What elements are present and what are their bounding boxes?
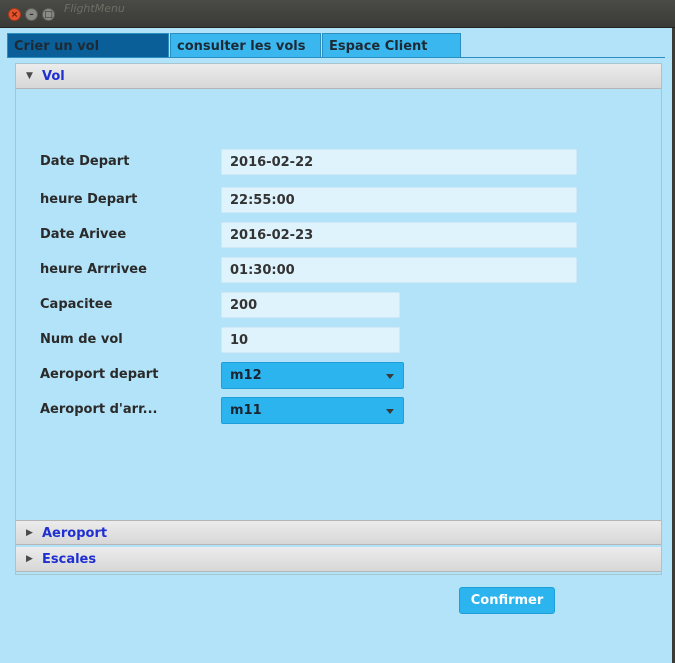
window-minimize-button[interactable]: –	[25, 8, 38, 21]
tab-espace-client[interactable]: Espace Client	[322, 33, 461, 58]
window-maximize-button[interactable]: □	[42, 8, 55, 21]
aeroport-arrivee-value: m11	[230, 403, 262, 418]
pane-title-escales: Escales	[42, 552, 97, 567]
label-date-depart: Date Depart	[40, 154, 130, 169]
triangle-down-icon: ▼	[26, 71, 33, 81]
label-aeroport-depart: Aeroport depart	[40, 367, 159, 382]
pane-header-aeroport[interactable]: ▶ Aeroport	[16, 520, 661, 545]
aeroport-depart-value: m12	[230, 368, 262, 383]
label-heure-arrivee: heure Arrrivee	[40, 262, 147, 277]
triangle-right-icon: ▶	[26, 554, 33, 564]
date-depart-input[interactable]	[221, 149, 577, 175]
chevron-down-icon	[386, 409, 394, 414]
pane-header-escales[interactable]: ▶ Escales	[16, 547, 661, 572]
window-close-button[interactable]: ×	[8, 8, 21, 21]
tab-divider	[7, 57, 665, 58]
heure-depart-input[interactable]	[221, 187, 577, 213]
aeroport-arrivee-select[interactable]: m11	[221, 397, 404, 424]
label-capacite: Capacitee	[40, 297, 113, 312]
pane-body-vol: Date Depart heure Depart Date Arivee heu…	[16, 89, 661, 520]
window-titlebar: × – □ FlightMenu	[0, 0, 675, 28]
accordion: ▼ Vol Date Depart heure Depart Date Ariv…	[15, 63, 662, 575]
triangle-right-icon: ▶	[26, 528, 33, 538]
aeroport-depart-select[interactable]: m12	[221, 362, 404, 389]
pane-title-aeroport: Aeroport	[42, 526, 108, 541]
label-date-arrivee: Date Arivee	[40, 227, 127, 242]
pane-title-vol: Vol	[42, 69, 65, 84]
capacite-input[interactable]	[221, 292, 400, 318]
confirm-button[interactable]: Confirmer	[459, 587, 555, 614]
heure-arrivee-input[interactable]	[221, 257, 577, 283]
chevron-down-icon	[386, 374, 394, 379]
tab-crier-un-vol[interactable]: Crier un vol	[7, 33, 169, 58]
label-aeroport-arrivee: Aeroport d'arr...	[40, 402, 158, 417]
date-arrivee-input[interactable]	[221, 222, 577, 248]
num-vol-input[interactable]	[221, 327, 400, 353]
label-heure-depart: heure Depart	[40, 192, 138, 207]
label-num-vol: Num de vol	[40, 332, 123, 347]
tab-consulter-les-vols[interactable]: consulter les vols	[170, 33, 321, 58]
pane-header-vol[interactable]: ▼ Vol	[16, 64, 661, 89]
window-title: FlightMenu	[64, 2, 125, 15]
